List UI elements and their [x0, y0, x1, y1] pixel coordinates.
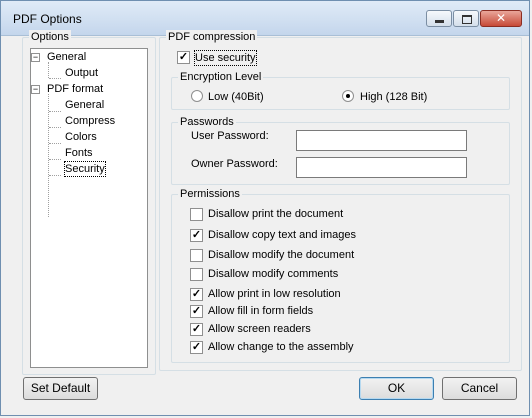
maximize-button[interactable]	[453, 10, 479, 27]
cancel-button[interactable]: Cancel	[442, 377, 517, 400]
collapse-pdf-format-icon[interactable]: −	[31, 85, 40, 94]
perm-disallow-print-checkbox[interactable]	[190, 208, 203, 221]
perm-fill-forms-label[interactable]: Allow fill in form fields	[208, 304, 313, 318]
perm-change-assembly-checkbox[interactable]: ✓	[190, 341, 203, 354]
perm-disallow-print-label[interactable]: Disallow print the document	[208, 207, 343, 221]
options-group-label: Options	[29, 30, 71, 44]
tree-item-fonts[interactable]: Fonts	[65, 146, 93, 160]
permissions-label: Permissions	[178, 187, 242, 201]
perm-screen-readers-label[interactable]: Allow screen readers	[208, 322, 311, 336]
set-default-button[interactable]: Set Default	[23, 377, 98, 400]
tree-line	[49, 143, 61, 144]
collapse-general-icon[interactable]: −	[31, 53, 40, 62]
low-encryption-label[interactable]: Low (40Bit)	[208, 90, 264, 104]
tree-line	[48, 94, 49, 217]
minimize-icon	[435, 20, 444, 23]
ok-button[interactable]: OK	[359, 377, 434, 400]
tree-item-compress[interactable]: Compress	[65, 114, 115, 128]
tree-line	[49, 127, 61, 128]
tree-line	[49, 159, 61, 160]
encryption-level-label: Encryption Level	[178, 70, 264, 84]
perm-fill-forms-checkbox[interactable]: ✓	[190, 305, 203, 318]
pdf-compression-label: PDF compression	[166, 30, 258, 44]
maximize-icon	[462, 15, 472, 24]
perm-disallow-copy-checkbox[interactable]: ✓	[190, 229, 203, 242]
passwords-label: Passwords	[178, 115, 236, 129]
title-bar[interactable]: PDF Options ✕	[1, 1, 529, 36]
use-security-checkbox[interactable]: ✓	[177, 51, 190, 64]
tree-item-pdf-general[interactable]: General	[65, 98, 104, 112]
high-encryption-label[interactable]: High (128 Bit)	[360, 90, 427, 104]
perm-disallow-modify-label[interactable]: Disallow modify the document	[208, 248, 354, 262]
low-encryption-radio[interactable]	[191, 90, 203, 102]
perm-screen-readers-checkbox[interactable]: ✓	[190, 323, 203, 336]
perm-print-low-res-label[interactable]: Allow print in low resolution	[208, 287, 341, 301]
tree-item-colors[interactable]: Colors	[65, 130, 97, 144]
tree-item-output[interactable]: Output	[65, 66, 98, 80]
minimize-button[interactable]	[426, 10, 452, 27]
tree-item-security[interactable]: Security	[64, 161, 106, 177]
window-title: PDF Options	[13, 12, 82, 26]
user-password-input[interactable]	[296, 130, 467, 151]
user-password-label: User Password:	[191, 130, 269, 142]
use-security-label[interactable]: Use security	[194, 50, 257, 66]
tree-line	[49, 78, 61, 79]
owner-password-input[interactable]	[296, 157, 467, 178]
high-encryption-radio[interactable]	[342, 90, 354, 102]
tree-item-general[interactable]: General	[47, 50, 86, 64]
perm-print-low-res-checkbox[interactable]: ✓	[190, 288, 203, 301]
perm-disallow-comments-checkbox[interactable]	[190, 268, 203, 281]
tree-line	[49, 175, 61, 176]
owner-password-label: Owner Password:	[191, 158, 278, 170]
tree-line	[49, 111, 61, 112]
close-icon: ✕	[495, 11, 507, 25]
tree-item-pdf-format[interactable]: PDF format	[47, 82, 103, 96]
perm-change-assembly-label[interactable]: Allow change to the assembly	[208, 340, 354, 354]
tree-line	[48, 62, 49, 78]
perm-disallow-modify-checkbox[interactable]	[190, 249, 203, 262]
close-button[interactable]: ✕	[480, 10, 522, 27]
perm-disallow-copy-label[interactable]: Disallow copy text and images	[208, 228, 356, 242]
options-tree[interactable]: − General Output − PDF format General Co…	[30, 48, 148, 368]
perm-disallow-comments-label[interactable]: Disallow modify comments	[208, 267, 338, 281]
